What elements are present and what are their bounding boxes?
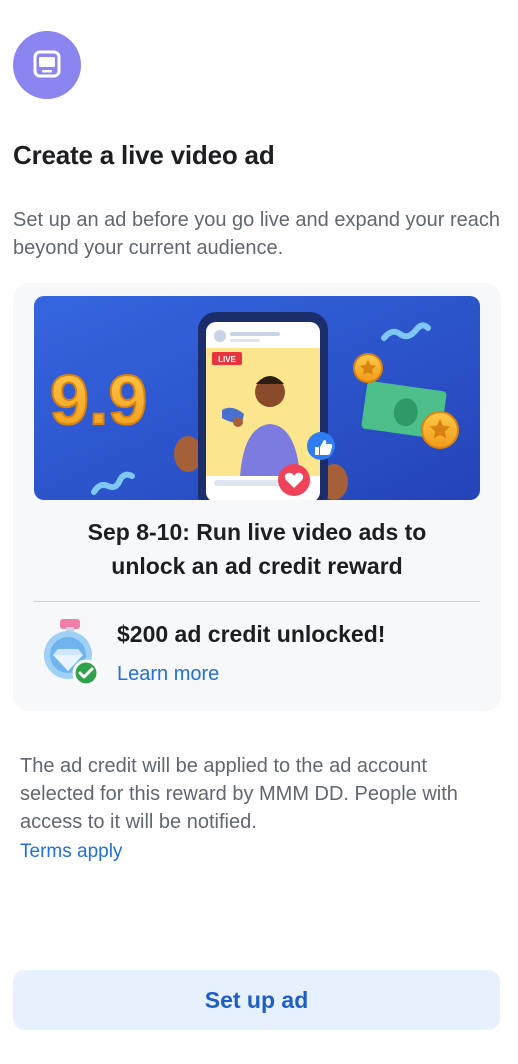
promo-heading-line1: Sep 8-10: Run live video ads to [87, 519, 427, 545]
ad-credit-note: The ad credit will be applied to the ad … [20, 755, 458, 833]
reward-title: $200 ad credit unlocked! [117, 621, 386, 647]
learn-more-link[interactable]: Learn more [117, 663, 219, 686]
diamond-medal-check-icon [38, 617, 102, 689]
promo-card: 9.9 LIVE Sep 8-10: Run live video ads to… [13, 283, 501, 711]
page-title: Create a live video ad [13, 140, 275, 170]
promo-heading-line2: unlock an ad credit reward [111, 553, 403, 579]
banner-badge-text: 9.9 [50, 361, 147, 439]
promo-banner-image: 9.9 LIVE [34, 296, 480, 500]
set-up-ad-button[interactable]: Set up ad [13, 970, 500, 1030]
ad-monitor-icon [13, 31, 81, 99]
page-subtitle: Set up an ad before you go live and expa… [13, 209, 501, 259]
promo-heading: Sep 8-10: Run live video ads to unlock a… [13, 515, 501, 583]
live-label: LIVE [218, 355, 236, 364]
terms-apply-link[interactable]: Terms apply [20, 841, 122, 863]
divider [34, 601, 480, 602]
